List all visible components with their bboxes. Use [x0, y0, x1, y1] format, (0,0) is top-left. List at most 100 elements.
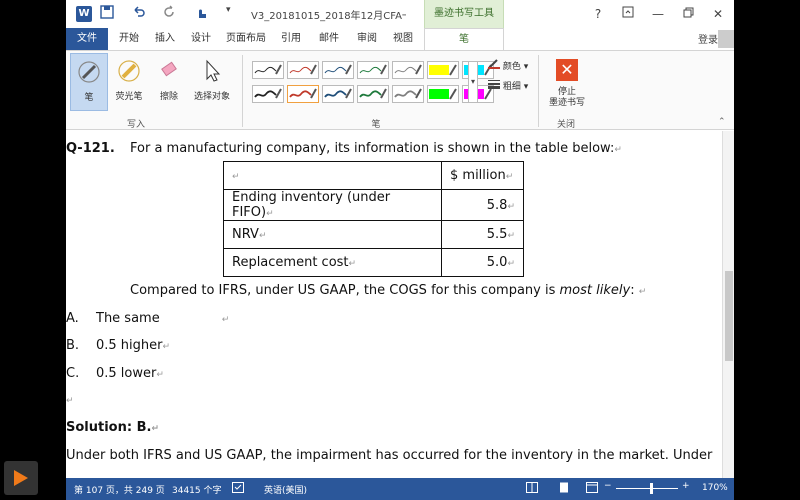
word-window: W ▾ V3_20181015_2018年12月CFA一级百题预测... 墨迹书… [66, 0, 734, 500]
print-layout-icon[interactable] [558, 482, 570, 496]
scrollbar-thumb[interactable] [725, 271, 733, 361]
customize-quick-access-icon[interactable]: ▾ [226, 5, 231, 23]
ribbon-separator [538, 55, 539, 127]
tab-home[interactable]: 开始 [114, 28, 144, 50]
pen-style-swatch[interactable] [252, 85, 284, 103]
tab-file[interactable]: 文件 [66, 28, 108, 50]
empty-paragraph-mark: ↵ [66, 396, 74, 406]
pen-style-swatch[interactable] [357, 85, 389, 103]
eraser-button[interactable]: 擦除 [150, 53, 188, 111]
table-cell: 5.5↵ [441, 220, 524, 249]
pen-thickness-dropdown[interactable]: 粗细 ▾ [488, 79, 528, 92]
solution-explanation: Under both IFRS and US GAAP, the impairm… [66, 448, 713, 463]
pen-style-swatch[interactable] [322, 61, 354, 79]
title-bar: W ▾ V3_20181015_2018年12月CFA一级百题预测... 墨迹书… [66, 0, 734, 28]
ribbon-display-options-icon[interactable] [618, 4, 638, 24]
page-count[interactable]: 第 107 页，共 249 页 [74, 483, 165, 496]
question-text: For a manufacturing company, its informa… [130, 141, 622, 156]
pen-icon [78, 61, 100, 83]
highlighter-button-label: 荧光笔 [115, 92, 143, 102]
pen-style-swatch[interactable] [322, 85, 354, 103]
cursor-arrow-icon [206, 59, 221, 82]
inventory-table: ↵ $ million↵ Ending inventory (under FIF… [223, 161, 524, 277]
minimize-button[interactable]: — [648, 4, 668, 24]
eraser-button-label: 擦除 [159, 92, 178, 102]
group-label-pens: 笔 [371, 120, 381, 130]
vertical-scrollbar[interactable] [722, 131, 734, 478]
highlighter-icon [118, 60, 140, 82]
zoom-out-button[interactable]: − [604, 481, 612, 491]
language[interactable]: 英语(美国) [264, 483, 307, 496]
table-header-row: ↵ $ million↵ [223, 161, 524, 190]
contextual-tab-ink-tools: 墨迹书写工具 [424, 0, 504, 28]
stop-inking-button[interactable]: ✕ 停止 墨迹书写 [544, 53, 590, 111]
tab-pen[interactable]: 笔 [424, 28, 504, 50]
web-layout-icon[interactable] [586, 482, 598, 496]
zoom-slider-thumb[interactable] [650, 483, 653, 494]
table-cell: 5.0↵ [441, 248, 524, 277]
sign-in-link[interactable]: 登录 [698, 31, 718, 46]
pen-style-swatch[interactable] [392, 61, 424, 79]
undo-icon[interactable] [132, 5, 146, 23]
gallery-more-icon[interactable]: ▾ [468, 61, 478, 103]
pen-style-swatch[interactable] [392, 85, 424, 103]
touch-mode-icon[interactable] [194, 5, 210, 23]
group-label-close: 关闭 [556, 120, 575, 130]
save-icon[interactable] [100, 5, 114, 23]
stop-label-line2: 墨迹书写 [548, 98, 585, 108]
tab-view[interactable]: 视图 [388, 28, 418, 50]
tab-review[interactable]: 审阅 [352, 28, 382, 50]
pen-color-dropdown[interactable]: 颜色 ▾ [488, 59, 528, 72]
tab-design[interactable]: 设计 [186, 28, 216, 50]
pen-button[interactable]: 笔 [70, 53, 108, 111]
document-title: V3_20181015_2018年12月CFA一级百题预测... [251, 11, 406, 22]
tab-references[interactable]: 引用 [276, 28, 306, 50]
solution-heading: Solution: B.↵ [66, 420, 159, 435]
zoom-slider-track[interactable] [616, 488, 678, 489]
word-count[interactable]: 34415 个字 [172, 483, 222, 496]
table-header-cell: ↵ [223, 161, 442, 190]
eraser-icon [161, 61, 177, 77]
read-mode-icon[interactable] [526, 482, 538, 496]
play-button[interactable] [4, 461, 38, 495]
collapse-ribbon-icon[interactable]: ⌃ [718, 117, 726, 127]
pen-thickness-label: 粗细 [502, 82, 521, 92]
pen-style-swatch[interactable] [287, 61, 319, 79]
select-objects-label: 选择对象 [193, 92, 230, 102]
zoom-in-button[interactable]: + [682, 481, 690, 491]
avatar[interactable] [718, 30, 734, 48]
table-cell: 5.8↵ [441, 189, 524, 221]
table-header-cell: $ million↵ [441, 161, 524, 190]
pen-style-swatch[interactable] [427, 61, 459, 79]
stop-x-icon: ✕ [556, 59, 578, 81]
table-cell: NRV↵ [223, 220, 442, 249]
restore-button[interactable] [678, 4, 698, 24]
tab-insert[interactable]: 插入 [150, 28, 180, 50]
tab-page-layout[interactable]: 页面布局 [224, 28, 268, 50]
table-cell: Replacement cost↵ [223, 248, 442, 277]
ribbon-tabs: 文件 开始 插入 设计 页面布局 引用 邮件 审阅 视图 笔 登录 [66, 28, 734, 50]
table-cell: Ending inventory (under FIFO)↵ [223, 189, 442, 221]
ribbon-pen: 笔 荧光笔 擦除 选择对象 写入 ▾ 笔 颜色 ▾ 粗细 ▾ ✕ 停止 墨迹书写… [66, 50, 734, 130]
help-button[interactable]: ? [588, 4, 608, 24]
pen-style-swatch[interactable] [427, 85, 459, 103]
highlighter-button[interactable]: 荧光笔 [110, 53, 148, 111]
thickness-icon [488, 80, 500, 89]
play-icon [14, 470, 28, 486]
pen-style-swatch[interactable] [252, 61, 284, 79]
pen-color-icon [488, 59, 500, 69]
table-row: Replacement cost↵ 5.0↵ [223, 248, 524, 277]
status-bar: 第 107 页，共 249 页 34415 个字 英语(美国) − + 170% [66, 478, 734, 500]
proofing-icon[interactable] [232, 482, 244, 496]
comparison-question: Compared to IFRS, under US GAAP, the COG… [130, 283, 647, 298]
stop-label-line1: 停止 [557, 87, 576, 97]
redo-icon[interactable] [162, 5, 176, 23]
select-objects-button[interactable]: 选择对象 [190, 53, 234, 111]
pen-style-swatch[interactable] [287, 85, 319, 103]
close-button[interactable]: ✕ [708, 4, 728, 24]
zoom-level[interactable]: 170% [702, 483, 728, 493]
pen-style-swatch[interactable] [357, 61, 389, 79]
document-page[interactable]: Q-121. For a manufacturing company, its … [66, 131, 722, 478]
tab-mailings[interactable]: 邮件 [314, 28, 344, 50]
word-logo-icon: W [76, 6, 92, 22]
